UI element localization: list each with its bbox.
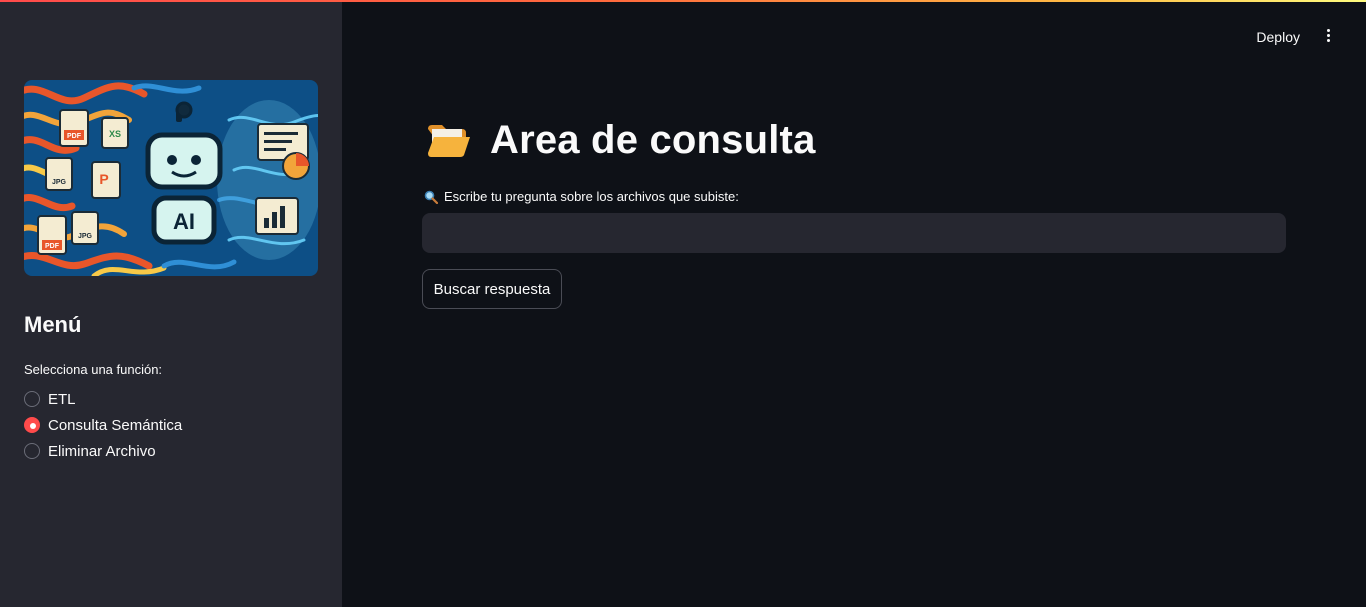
search-answer-button[interactable]: Buscar respuesta bbox=[422, 269, 562, 309]
radio-option-etl[interactable]: ETL bbox=[24, 386, 182, 412]
radio-option-eliminar-archivo[interactable]: Eliminar Archivo bbox=[24, 438, 182, 464]
top-decoration-stripe bbox=[0, 0, 1366, 2]
question-input[interactable] bbox=[422, 213, 1286, 253]
svg-text:PDF: PDF bbox=[67, 133, 82, 140]
svg-text:JPG: JPG bbox=[52, 179, 67, 186]
question-label-text: Escribe tu pregunta sobre los archivos q… bbox=[444, 189, 739, 204]
radio-option-consulta-semantica[interactable]: Consulta Semántica bbox=[24, 412, 182, 438]
main-content: Deploy Area de consulta Escribe tu pregu… bbox=[342, 0, 1366, 607]
function-radio-group: ETL Consulta Semántica Eliminar Archivo bbox=[24, 386, 182, 464]
svg-text:XS: XS bbox=[109, 129, 121, 139]
svg-text:PDF: PDF bbox=[45, 243, 60, 250]
radio-button[interactable] bbox=[24, 443, 40, 459]
radio-option-label: Consulta Semántica bbox=[48, 416, 183, 434]
radio-option-label: Eliminar Archivo bbox=[48, 442, 156, 460]
open-folder-icon bbox=[428, 124, 470, 157]
radio-option-label: ETL bbox=[48, 390, 76, 408]
sidebar: AI PDF XS JPG P PDF JPG Menú Selecciona … bbox=[0, 0, 342, 607]
svg-text:JPG: JPG bbox=[78, 233, 93, 240]
radio-button-selected[interactable] bbox=[24, 417, 40, 433]
svg-text:P: P bbox=[99, 171, 108, 187]
page-title: Area de consulta bbox=[490, 118, 816, 162]
radio-button[interactable] bbox=[24, 391, 40, 407]
sidebar-hero-image: AI PDF XS JPG P PDF JPG bbox=[24, 80, 318, 276]
magnifying-glass-icon bbox=[424, 190, 438, 204]
page-title-row: Area de consulta bbox=[426, 118, 816, 163]
svg-text:AI: AI bbox=[173, 209, 195, 234]
question-label: Escribe tu pregunta sobre los archivos q… bbox=[424, 189, 739, 204]
sidebar-menu-title: Menú bbox=[24, 312, 82, 337]
kebab-menu-icon[interactable] bbox=[1318, 26, 1338, 46]
radio-group-label: Selecciona una función: bbox=[24, 362, 163, 377]
deploy-button[interactable]: Deploy bbox=[1256, 27, 1300, 47]
ai-robot-documents-illustration: AI PDF XS JPG P PDF JPG bbox=[24, 80, 318, 276]
